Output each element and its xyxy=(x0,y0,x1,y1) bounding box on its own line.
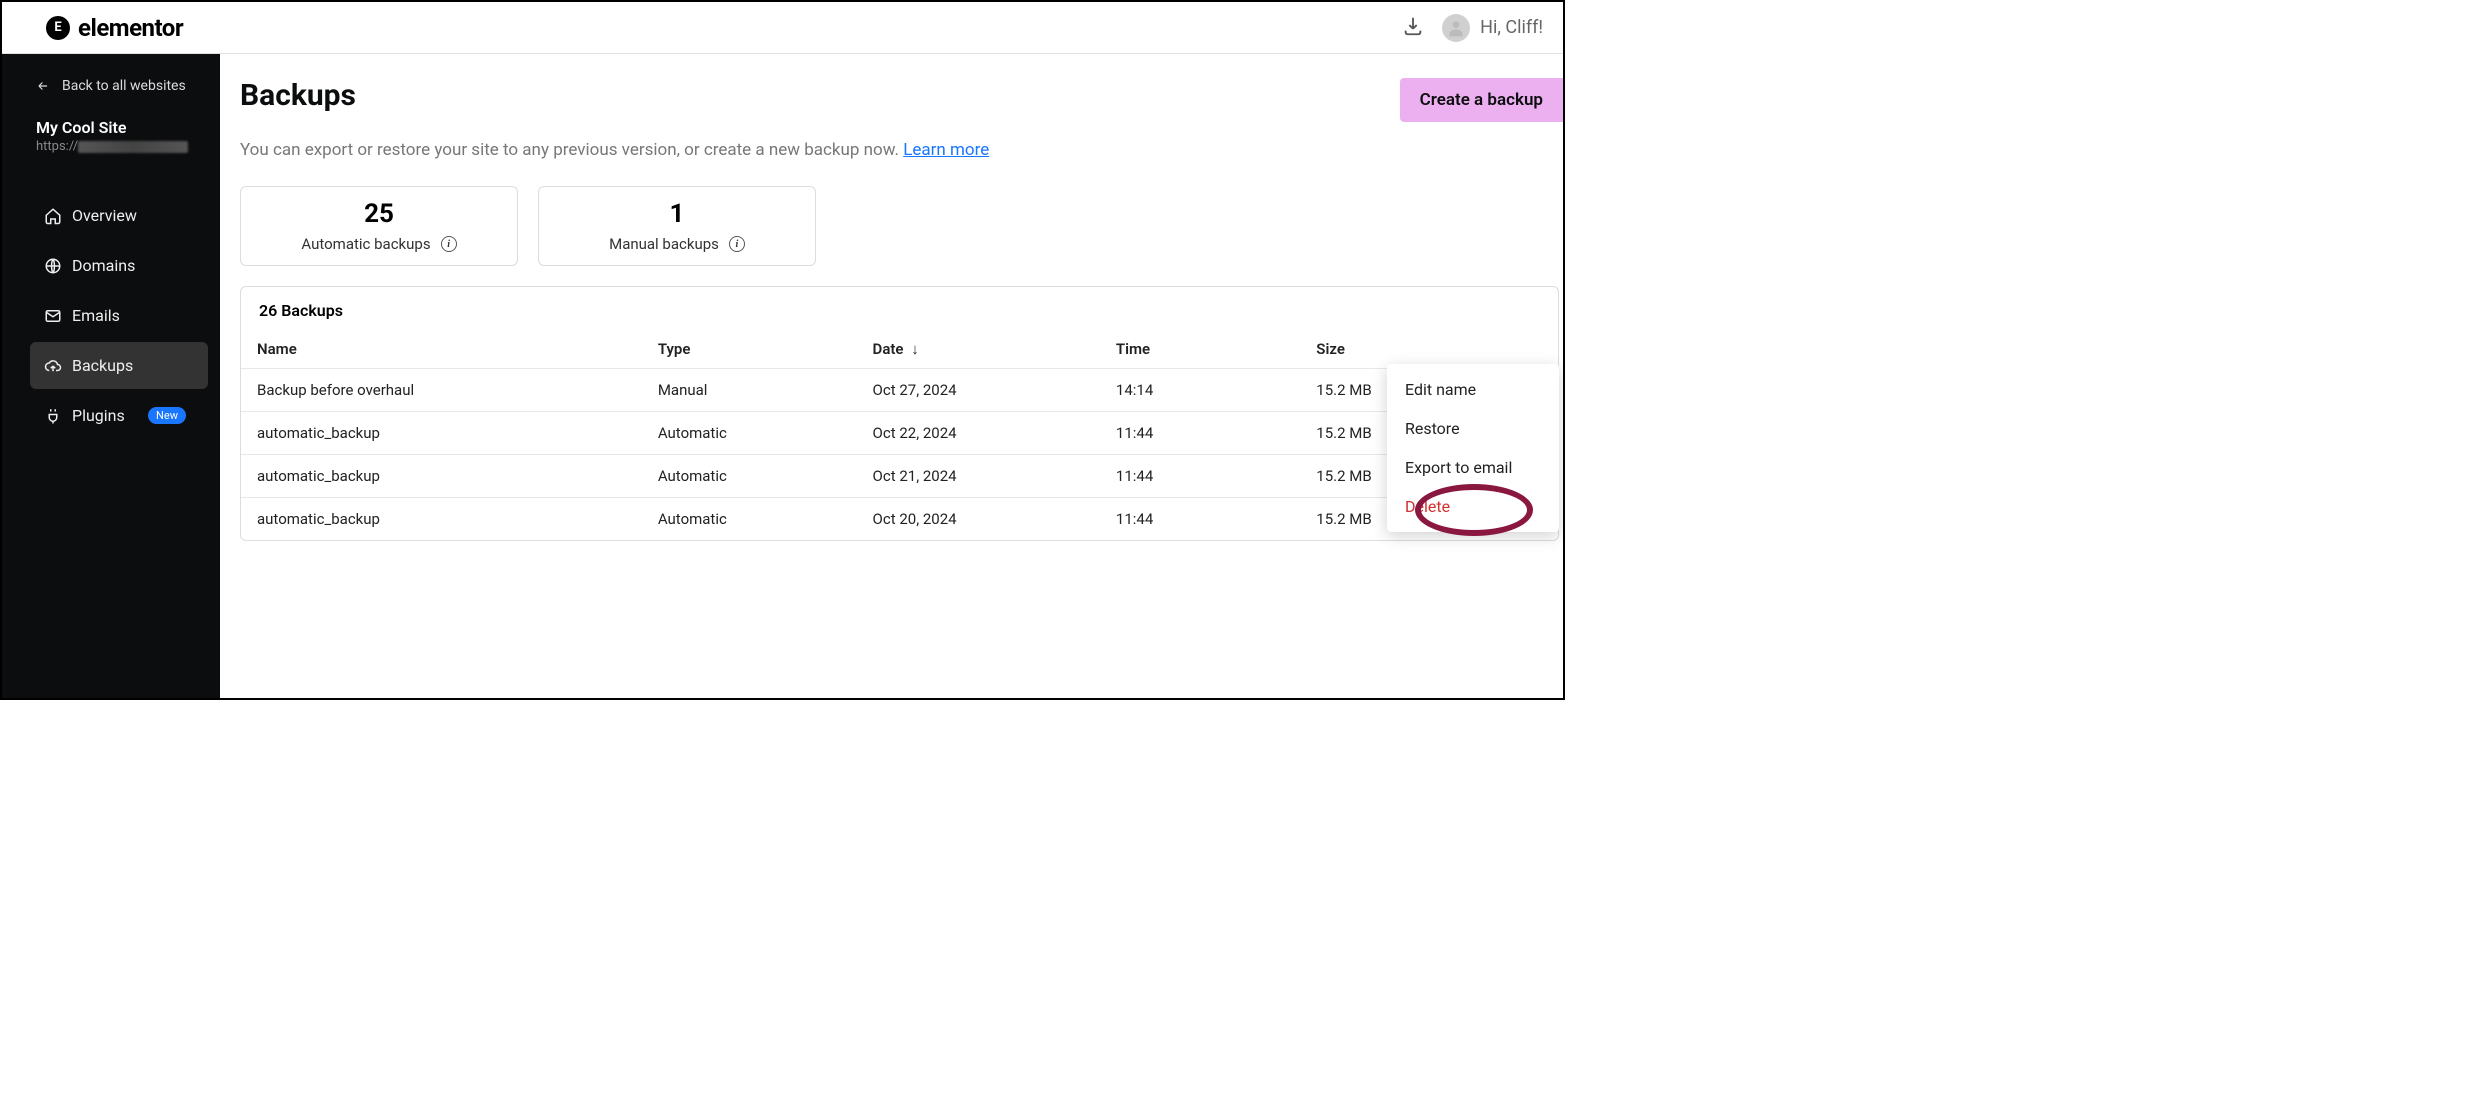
backups-table: Name Type Date ↓ Time Size Backup before… xyxy=(241,330,1558,540)
cell-time: 11:44 xyxy=(1100,498,1300,541)
sidebar-item-label: Backups xyxy=(72,356,133,375)
page-description: You can export or restore your site to a… xyxy=(240,140,1563,160)
column-header-date[interactable]: Date ↓ xyxy=(857,330,1100,369)
page-title: Backups xyxy=(240,78,356,113)
info-icon[interactable]: i xyxy=(441,236,457,252)
stat-card-manual: 1 Manual backups i xyxy=(538,186,816,266)
cell-date: Oct 22, 2024 xyxy=(857,412,1100,455)
cloud-upload-icon xyxy=(44,357,62,375)
column-header-type[interactable]: Type xyxy=(642,330,857,369)
site-info: My Cool Site https:// xyxy=(2,112,220,174)
cell-time: 14:14 xyxy=(1100,369,1300,412)
logo[interactable]: E elementor xyxy=(46,14,183,42)
sort-desc-icon: ↓ xyxy=(911,340,919,358)
back-label: Back to all websites xyxy=(62,78,186,94)
menu-item-restore[interactable]: Restore xyxy=(1387,409,1559,448)
stats-row: 25 Automatic backups i 1 Manual backups … xyxy=(240,186,1563,266)
learn-more-link[interactable]: Learn more xyxy=(903,140,989,160)
column-header-size[interactable]: Size xyxy=(1300,330,1558,369)
menu-item-edit-name[interactable]: Edit name xyxy=(1387,370,1559,409)
menu-item-export[interactable]: Export to email xyxy=(1387,448,1559,487)
cell-name: automatic_backup xyxy=(241,455,642,498)
home-icon xyxy=(44,207,62,225)
user-menu[interactable]: Hi, Cliff! xyxy=(1442,14,1543,42)
sidebar-nav: Overview Domains Emails Backups Plugins … xyxy=(2,192,220,439)
sidebar-item-label: Domains xyxy=(72,256,135,275)
sidebar-item-domains[interactable]: Domains xyxy=(30,242,208,289)
cell-name: automatic_backup xyxy=(241,498,642,541)
table-row[interactable]: Backup before overhaulManualOct 27, 2024… xyxy=(241,369,1558,412)
stat-label: Automatic backups xyxy=(301,235,430,253)
new-badge: New xyxy=(148,407,186,424)
sidebar-item-overview[interactable]: Overview xyxy=(30,192,208,239)
cell-date: Oct 20, 2024 xyxy=(857,498,1100,541)
cell-date: Oct 27, 2024 xyxy=(857,369,1100,412)
cell-type: Automatic xyxy=(642,412,857,455)
table-row[interactable]: automatic_backupAutomaticOct 20, 202411:… xyxy=(241,498,1558,541)
plug-icon xyxy=(44,407,62,425)
back-to-websites-link[interactable]: Back to all websites xyxy=(2,72,220,112)
cell-type: Automatic xyxy=(642,498,857,541)
cell-type: Automatic xyxy=(642,455,857,498)
column-header-time[interactable]: Time xyxy=(1100,330,1300,369)
sidebar-item-plugins[interactable]: Plugins New xyxy=(30,392,208,439)
avatar-icon xyxy=(1442,14,1470,42)
cell-time: 11:44 xyxy=(1100,455,1300,498)
table-row[interactable]: automatic_backupAutomaticOct 22, 202411:… xyxy=(241,412,1558,455)
header-right: Hi, Cliff! xyxy=(1402,14,1543,42)
download-icon[interactable] xyxy=(1402,15,1424,41)
row-context-menu: Edit name Restore Export to email Delete xyxy=(1387,364,1559,532)
cell-date: Oct 21, 2024 xyxy=(857,455,1100,498)
stat-count: 25 xyxy=(364,199,394,229)
cell-type: Manual xyxy=(642,369,857,412)
sidebar: Back to all websites My Cool Site https:… xyxy=(2,54,220,698)
globe-icon xyxy=(44,257,62,275)
info-icon[interactable]: i xyxy=(729,236,745,252)
sidebar-item-label: Overview xyxy=(72,206,137,225)
cell-name: Backup before overhaul xyxy=(241,369,642,412)
site-name: My Cool Site xyxy=(36,118,192,137)
sidebar-item-emails[interactable]: Emails xyxy=(30,292,208,339)
table-row[interactable]: automatic_backupAutomaticOct 21, 202411:… xyxy=(241,455,1558,498)
main-content: Backups Create a backup You can export o… xyxy=(220,54,1563,698)
site-url: https:// xyxy=(36,139,192,154)
table-title: 26 Backups xyxy=(241,287,1558,330)
cell-time: 11:44 xyxy=(1100,412,1300,455)
app-header: E elementor Hi, Cliff! xyxy=(2,2,1563,54)
cell-name: automatic_backup xyxy=(241,412,642,455)
sidebar-item-label: Plugins xyxy=(72,406,125,425)
create-backup-button[interactable]: Create a backup xyxy=(1400,78,1563,122)
logo-text: elementor xyxy=(78,14,183,42)
mail-icon xyxy=(44,307,62,325)
backups-table-wrap: 26 Backups Name Type Date ↓ Time Size Ba… xyxy=(240,286,1559,541)
menu-item-delete[interactable]: Delete xyxy=(1387,487,1559,526)
stat-label: Manual backups xyxy=(609,235,719,253)
stat-count: 1 xyxy=(670,199,685,229)
elementor-logo-icon: E xyxy=(46,16,70,40)
sidebar-item-label: Emails xyxy=(72,306,120,325)
column-header-name[interactable]: Name xyxy=(241,330,642,369)
sidebar-item-backups[interactable]: Backups xyxy=(30,342,208,389)
user-greeting: Hi, Cliff! xyxy=(1480,17,1543,38)
stat-card-automatic: 25 Automatic backups i xyxy=(240,186,518,266)
